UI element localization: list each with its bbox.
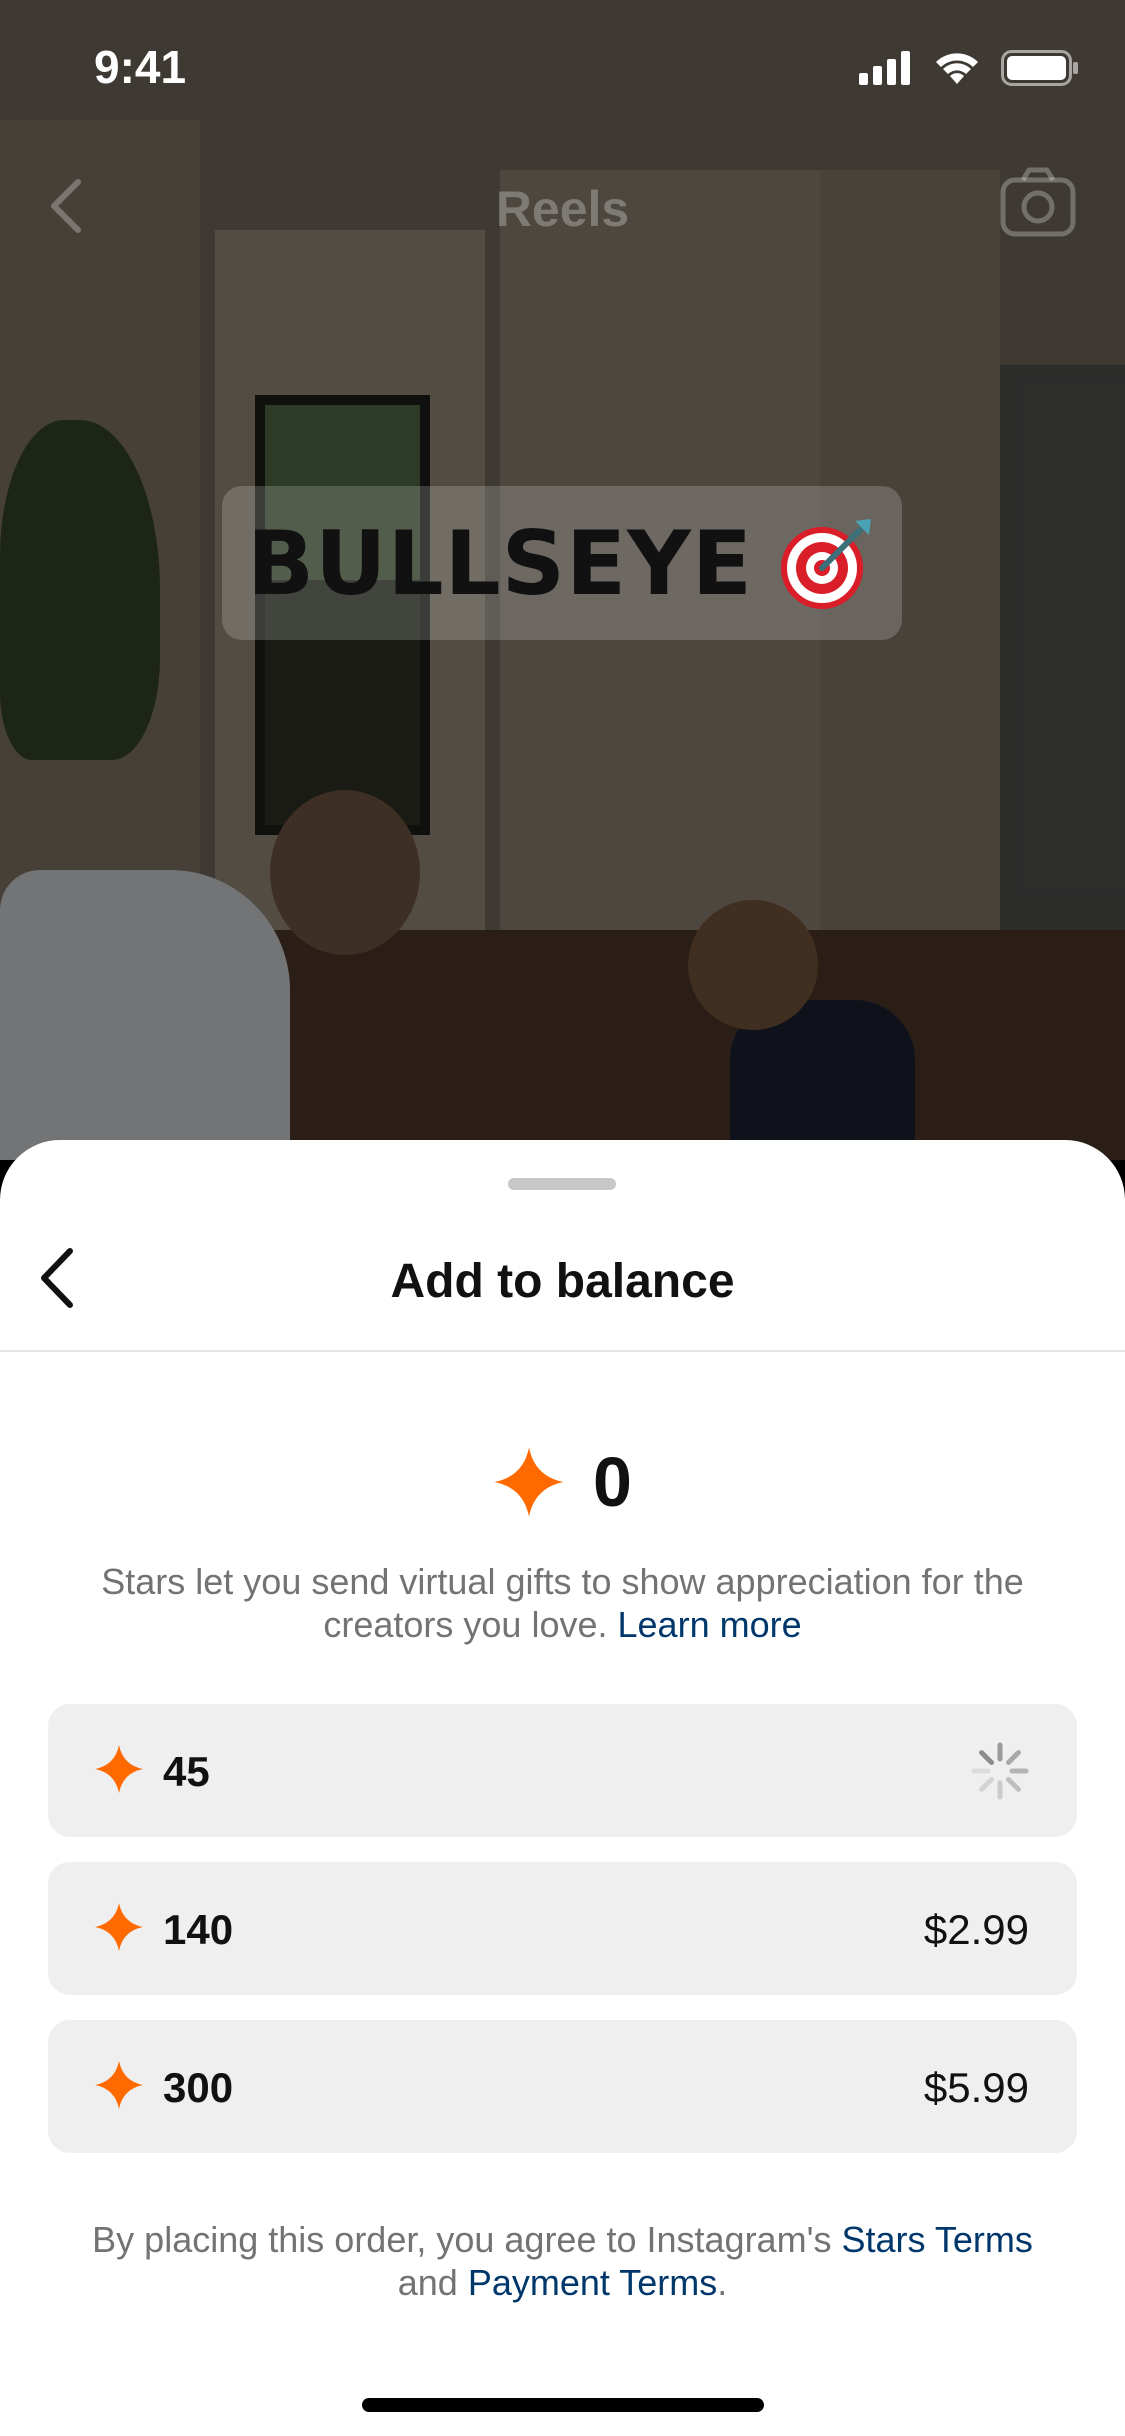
- star-option-300[interactable]: 300 $5.99: [48, 2020, 1077, 2153]
- terms-notice: By placing this order, you agree to Inst…: [40, 2218, 1085, 2304]
- terms-prefix: By placing this order, you agree to Inst…: [92, 2219, 832, 2260]
- star-option-140[interactable]: 140 $2.99: [48, 1862, 1077, 1995]
- star-icon: [494, 1447, 564, 1517]
- status-bar: 9:41: [0, 0, 1125, 130]
- sheet-header: Add to balance: [0, 1210, 1125, 1352]
- star-icon: [95, 1903, 143, 1951]
- payment-terms-link[interactable]: Payment Terms: [468, 2262, 717, 2303]
- target-dart-icon: [781, 519, 871, 609]
- star-icon: [95, 2061, 143, 2109]
- wifi-icon: [936, 53, 978, 84]
- option-amount: 140: [163, 1906, 234, 1953]
- loading-spinner-icon: [971, 1742, 1029, 1800]
- star-icon: [95, 1745, 143, 1793]
- learn-more-link[interactable]: Learn more: [618, 1604, 802, 1645]
- cellular-signal-icon: [859, 51, 910, 85]
- status-icons: [859, 50, 1079, 86]
- terms-suffix: .: [717, 2262, 728, 2303]
- home-indicator[interactable]: [362, 2398, 764, 2412]
- stars-description: Stars let you send virtual gifts to show…: [90, 1560, 1035, 1646]
- status-time: 9:41: [94, 41, 187, 93]
- option-amount: 300: [163, 2064, 234, 2111]
- text-sticker: BULLSEYE: [222, 486, 902, 640]
- description-text: Stars let you send virtual gifts to show…: [101, 1561, 1024, 1645]
- option-amount: 45: [163, 1748, 210, 1795]
- battery-icon: [1001, 50, 1078, 86]
- reels-header: Reels: [0, 160, 1125, 250]
- stars-terms-link[interactable]: Stars Terms: [841, 2219, 1032, 2260]
- option-price: $2.99: [923, 1906, 1029, 1953]
- star-balance: 0: [0, 1422, 1125, 1542]
- terms-and: and: [397, 2262, 458, 2303]
- balance-value: 0: [593, 1443, 632, 1521]
- option-price: $5.99: [923, 2064, 1029, 2111]
- screen: BULLSEYE 9:41 Reels Add to balance 0 Sta…: [0, 0, 1125, 2436]
- sheet-grabber[interactable]: [508, 1178, 616, 1190]
- camera-icon[interactable]: [999, 166, 1077, 238]
- sheet-title: Add to balance: [390, 1255, 735, 1308]
- add-balance-sheet: Add to balance 0 Stars let you send virt…: [0, 1140, 1125, 2436]
- page-title: Reels: [495, 181, 630, 237]
- sticker-text: BULLSEYE: [246, 511, 753, 615]
- star-option-45[interactable]: 45: [48, 1704, 1077, 1837]
